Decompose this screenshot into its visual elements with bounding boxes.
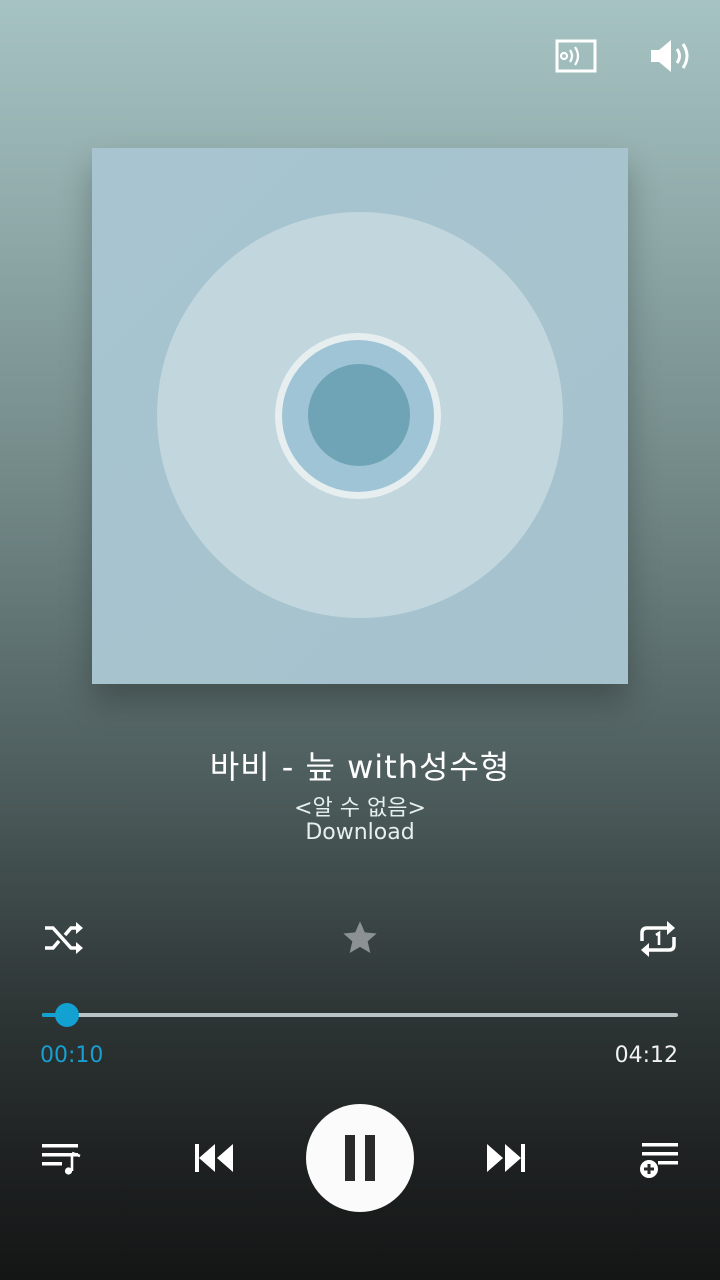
star-icon [343, 921, 377, 953]
previous-button[interactable] [186, 1134, 242, 1182]
track-title: 바비 - 늪 with성수형 [209, 748, 511, 786]
add-to-playlist-button[interactable] [632, 1134, 686, 1186]
repeat-button[interactable] [632, 914, 684, 964]
skip-next-icon [487, 1144, 525, 1172]
seek-bar[interactable] [42, 1013, 678, 1017]
seek-bar-thumb[interactable] [55, 1003, 79, 1027]
playlist-button[interactable] [34, 1134, 88, 1184]
repeat-one-icon [640, 921, 676, 957]
shuffle-icon [45, 922, 83, 954]
screen-mirroring-button[interactable] [550, 34, 602, 78]
total-time: 04:12 [614, 1043, 678, 1068]
skip-previous-icon [195, 1144, 233, 1172]
next-button[interactable] [478, 1134, 534, 1182]
disc-center [308, 364, 410, 466]
favorite-button[interactable] [334, 912, 386, 964]
playlist-add-icon [640, 1143, 678, 1178]
track-artist: <알 수 없음> [294, 796, 426, 821]
screen-mirroring-icon [555, 39, 597, 73]
playlist-icon [42, 1144, 81, 1175]
pause-icon [345, 1135, 375, 1181]
track-source: Download [305, 820, 415, 845]
volume-icon [651, 40, 689, 72]
elapsed-time: 00:10 [40, 1043, 104, 1068]
play-pause-button[interactable] [306, 1104, 414, 1212]
volume-button[interactable] [646, 34, 698, 78]
shuffle-button[interactable] [38, 914, 90, 962]
